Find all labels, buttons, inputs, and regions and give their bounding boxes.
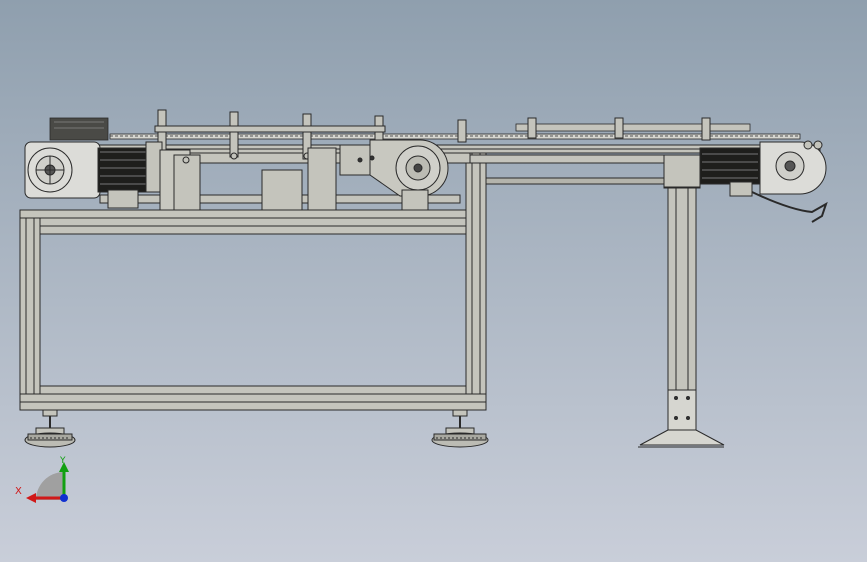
right-motor-body [699,147,761,185]
conveyor-assembly-drawing [19,109,828,503]
stand-column [667,159,697,391]
coordinate-triad [26,462,69,503]
frame-left-post [19,217,41,411]
cad-viewport[interactable]: X Y [0,0,867,562]
triad-plane-indicator [36,472,64,500]
frame-upper-rail [39,217,467,227]
y-axis-label: Y [60,456,66,466]
frame-right-post [465,149,487,411]
stand-base-plate [667,389,697,431]
motor-body [97,147,149,193]
leveling-foot-right [431,409,489,448]
frame-upper-rail-2 [39,225,467,235]
leveling-foot-left [24,409,76,448]
frame-top-beam [19,209,486,219]
right-support-stand [638,159,725,448]
chain-tensioner-block [49,117,109,141]
left-drive-motor [24,141,191,211]
z-axis-dot [60,494,68,502]
x-axis-label: X [15,486,22,497]
frame-lower-rail [39,385,467,395]
